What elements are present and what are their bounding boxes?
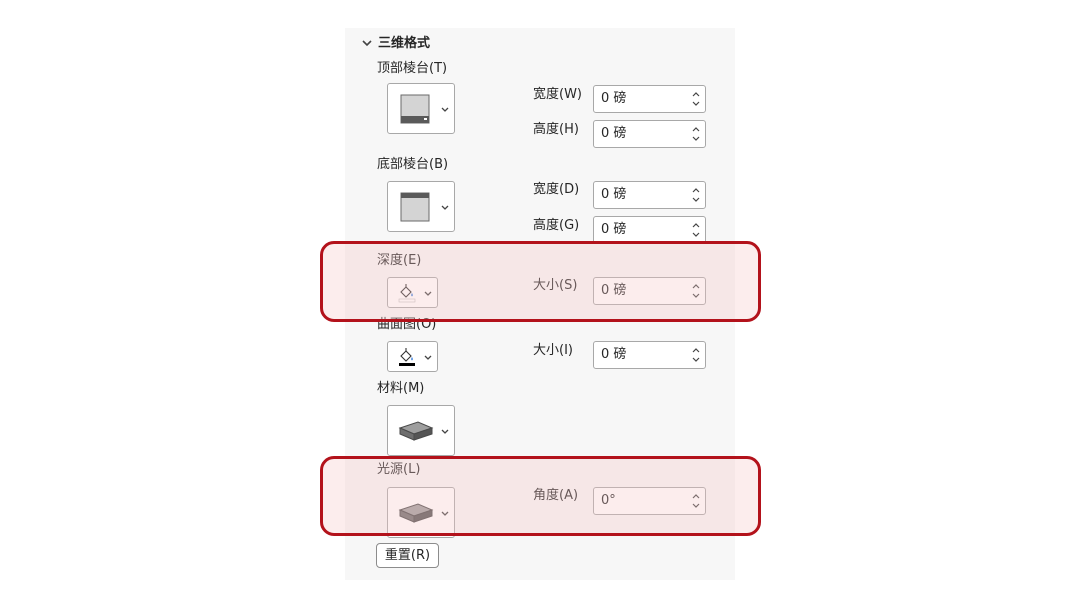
lighting-dropdown[interactable] (387, 487, 455, 538)
top-height-label: 高度(H) (533, 122, 579, 137)
reset-button[interactable]: 重置(R) (376, 543, 439, 568)
chevron-up-icon[interactable] (692, 493, 700, 499)
lighting-cube-icon (398, 503, 434, 523)
bottom-width-value[interactable]: 0 磅 (601, 187, 626, 203)
contour-color-dropdown[interactable] (387, 341, 438, 372)
bottom-height-label: 高度(G) (533, 218, 580, 233)
chevron-up-icon[interactable] (692, 187, 700, 193)
bottom-height-spinner[interactable]: 0 磅 (593, 216, 706, 244)
bottom-width-label: 宽度(D) (533, 182, 580, 197)
depth-size-label: 大小(S) (533, 278, 578, 293)
contour-size-label: 大小(I) (533, 343, 573, 358)
chevron-down-icon (441, 205, 449, 210)
chevron-down-icon[interactable] (692, 357, 700, 363)
depth-label: 深度(E) (377, 253, 422, 268)
bottom-bevel-icon (400, 192, 430, 222)
top-height-value[interactable]: 0 磅 (601, 126, 626, 142)
top-width-spinner[interactable]: 0 磅 (593, 85, 706, 113)
material-label: 材料(M) (377, 381, 425, 396)
depth-size-value[interactable]: 0 磅 (601, 283, 626, 299)
top-width-value[interactable]: 0 磅 (601, 91, 626, 107)
contour-label: 曲面图(O) (377, 317, 437, 332)
chevron-up-icon[interactable] (692, 126, 700, 132)
section-title[interactable]: 三维格式 (378, 36, 430, 52)
top-height-spinner[interactable]: 0 磅 (593, 120, 706, 148)
depth-size-spinner[interactable]: 0 磅 (593, 277, 706, 305)
chevron-up-icon[interactable] (692, 222, 700, 228)
bottom-width-spinner[interactable]: 0 磅 (593, 181, 706, 209)
chevron-up-icon[interactable] (692, 347, 700, 353)
chevron-down-icon[interactable] (692, 503, 700, 509)
chevron-down-icon[interactable] (692, 293, 700, 299)
chevron-down-icon (441, 107, 449, 112)
chevron-down-icon (424, 355, 432, 360)
top-bevel-icon (400, 94, 430, 124)
bottom-bevel-dropdown[interactable] (387, 181, 455, 232)
chevron-down-icon[interactable] (692, 101, 700, 107)
lighting-label: 光源(L) (377, 462, 421, 477)
lighting-angle-label: 角度(A) (533, 488, 579, 503)
bottom-bevel-label: 底部棱台(B) (377, 157, 449, 172)
contour-size-spinner[interactable]: 0 磅 (593, 341, 706, 369)
chevron-down-icon[interactable] (692, 197, 700, 203)
chevron-up-icon[interactable] (692, 283, 700, 289)
top-width-label: 宽度(W) (533, 87, 582, 102)
depth-color-dropdown[interactable] (387, 277, 438, 308)
contour-size-value[interactable]: 0 磅 (601, 347, 626, 363)
lighting-angle-value[interactable]: 0° (601, 493, 616, 509)
chevron-down-icon[interactable] (692, 232, 700, 238)
chevron-down-icon (424, 291, 432, 296)
bottom-height-value[interactable]: 0 磅 (601, 222, 626, 238)
chevron-down-icon (441, 429, 449, 434)
chevron-down-icon (441, 511, 449, 516)
chevron-up-icon[interactable] (692, 91, 700, 97)
lighting-angle-spinner[interactable]: 0° (593, 487, 706, 515)
material-cube-icon (398, 421, 434, 441)
paint-bucket-icon (399, 348, 415, 366)
chevron-down-icon[interactable] (692, 136, 700, 142)
paint-bucket-icon (398, 284, 416, 303)
top-bevel-label: 顶部棱台(T) (377, 61, 448, 76)
material-dropdown[interactable] (387, 405, 455, 456)
top-bevel-dropdown[interactable] (387, 83, 455, 134)
chevron-down-icon[interactable] (360, 36, 374, 50)
